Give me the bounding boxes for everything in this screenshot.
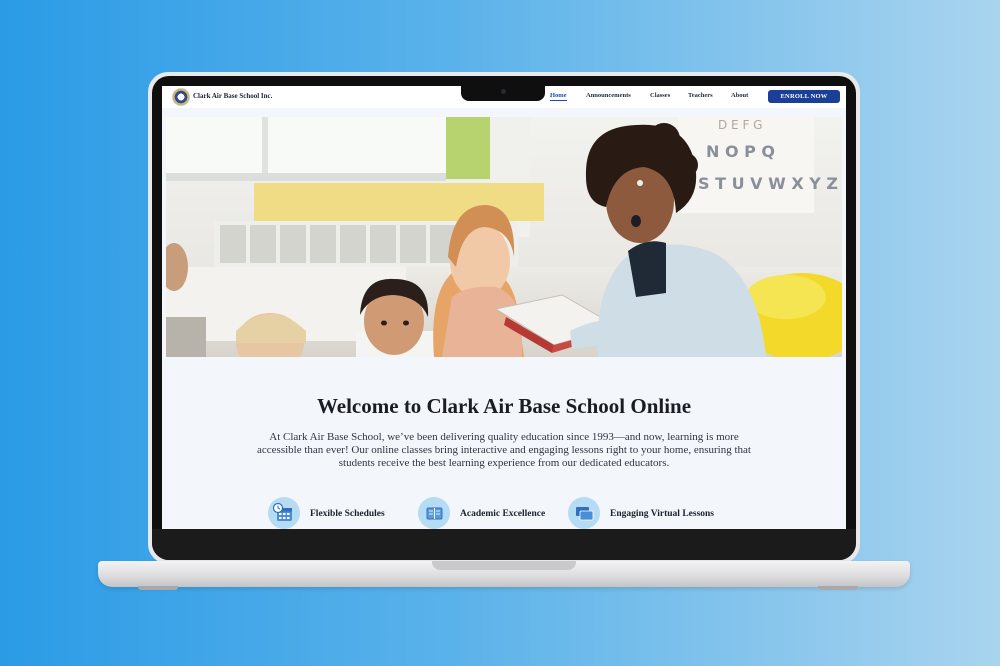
book-icon: [418, 497, 450, 529]
hero-carousel-image[interactable]: N O P Q S T U V W X Y Z D E F G: [166, 117, 842, 357]
teacher-reading-to-children-photo-icon: N O P Q S T U V W X Y Z D E F G: [166, 117, 842, 357]
laptop-base-notch: [432, 561, 576, 570]
video-windows-icon: [568, 497, 600, 529]
laptop-screen: Clark Air Base School Inc. Home Announce…: [162, 86, 846, 529]
nav-link-home[interactable]: Home: [550, 92, 567, 101]
camera-icon: [501, 89, 506, 94]
nav-link-about[interactable]: About: [731, 92, 748, 99]
nav-link-announcements[interactable]: Announcements: [586, 92, 631, 99]
svg-text:D E F G: D E F G: [718, 118, 762, 132]
school-seal-logo-icon[interactable]: [172, 88, 190, 106]
welcome-paragraph: At Clark Air Base School, we’ve been del…: [257, 431, 751, 469]
feature-label-flexible-schedules: Flexible Schedules: [310, 509, 385, 519]
enroll-now-button[interactable]: ENROLL NOW: [768, 90, 840, 103]
nav-link-teachers[interactable]: Teachers: [688, 92, 713, 99]
feature-label-academic-excellence: Academic Excellence: [460, 509, 546, 519]
welcome-heading: Welcome to Clark Air Base School Online: [316, 394, 692, 418]
laptop-foot-left: [138, 586, 178, 590]
brand-name[interactable]: Clark Air Base School Inc.: [193, 92, 272, 100]
svg-text:N O P Q: N O P Q: [706, 142, 775, 161]
feature-label-engaging-virtual-lessons: Engaging Virtual Lessons: [610, 509, 714, 519]
calendar-clock-icon: [268, 497, 300, 529]
laptop-foot-right: [818, 586, 858, 590]
svg-text:S T U V W X Y Z: S T U V W X Y Z: [698, 174, 838, 193]
laptop-chin: [152, 529, 856, 560]
nav-link-classes[interactable]: Classes: [650, 92, 670, 99]
